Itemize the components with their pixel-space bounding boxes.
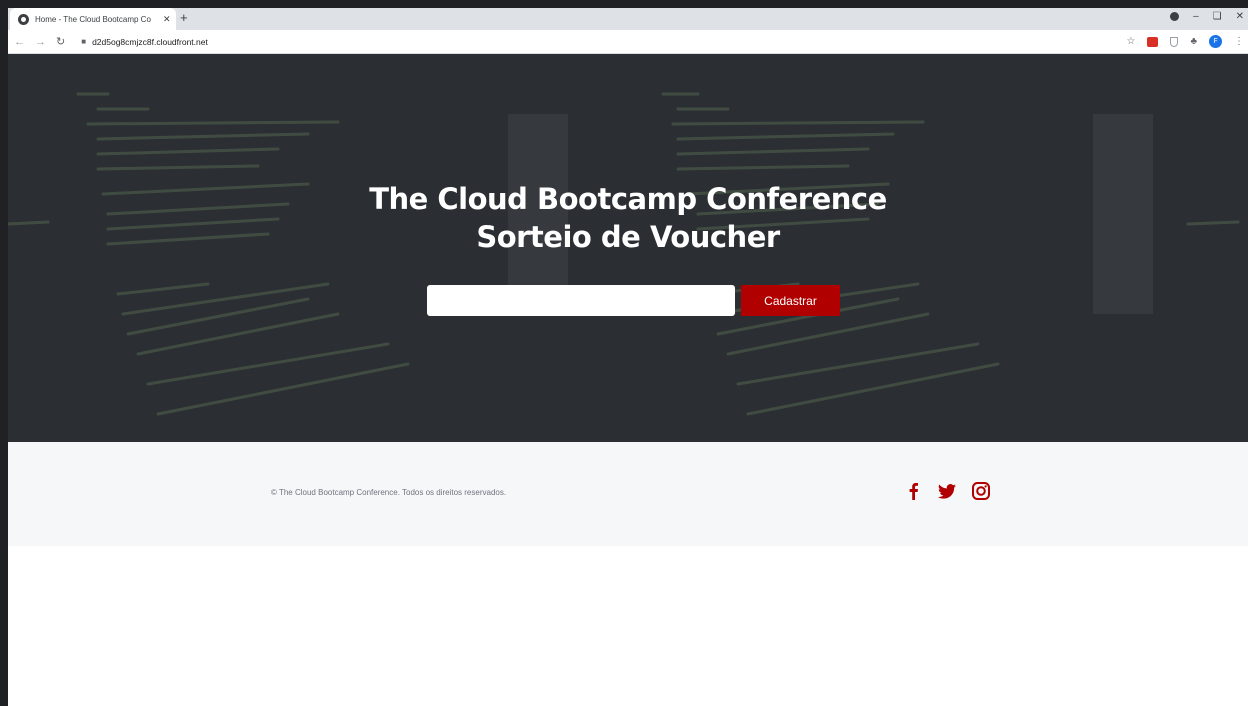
back-icon[interactable]: ← bbox=[14, 36, 25, 48]
tab-home[interactable]: Home - The Cloud Bootcamp Co ✕ bbox=[10, 8, 176, 30]
copyright-text: © The Cloud Bootcamp Conference. Todos o… bbox=[271, 488, 507, 497]
email-field[interactable] bbox=[427, 285, 735, 316]
window-controls: – ❏ ✕ bbox=[1170, 11, 1244, 22]
reload-icon[interactable]: ↻ bbox=[56, 35, 65, 48]
browser-window: Home - The Cloud Bootcamp Co ✕ + – ❏ ✕ ←… bbox=[8, 8, 1248, 706]
tab-title: Home - The Cloud Bootcamp Co bbox=[35, 14, 151, 24]
instagram-icon[interactable] bbox=[971, 481, 991, 501]
profile-icon[interactable] bbox=[1170, 12, 1180, 21]
social-links bbox=[903, 481, 991, 501]
globe-icon bbox=[18, 13, 29, 25]
twitter-icon[interactable] bbox=[937, 481, 957, 501]
restore-icon[interactable]: ❏ bbox=[1213, 11, 1222, 22]
facebook-icon[interactable] bbox=[903, 481, 923, 501]
bookmark-star-icon[interactable]: ☆ bbox=[1126, 36, 1135, 47]
hero-section: The Cloud Bootcamp Conference Sorteio de… bbox=[8, 54, 1248, 442]
avatar[interactable]: F bbox=[1209, 35, 1222, 48]
address-toolbar: ← → ↻ ■ d2d5og8cmjzc8f.cloudfront.net ☆ … bbox=[8, 30, 1248, 54]
submit-button[interactable]: Cadastrar bbox=[741, 285, 840, 316]
forward-icon[interactable]: → bbox=[35, 36, 46, 48]
page-title: The Cloud Bootcamp Conference Sorteio de… bbox=[8, 180, 1248, 256]
close-window-icon[interactable]: ✕ bbox=[1236, 11, 1244, 22]
minimize-icon[interactable]: – bbox=[1193, 11, 1199, 22]
title-line-1: The Cloud Bootcamp Conference bbox=[369, 182, 887, 216]
extension-red-icon[interactable] bbox=[1147, 36, 1159, 47]
window-frame bbox=[0, 0, 8, 706]
address-bar[interactable]: d2d5og8cmjzc8f.cloudfront.net bbox=[92, 37, 208, 47]
menu-icon[interactable]: ⋮ bbox=[1234, 36, 1244, 47]
tab-strip: Home - The Cloud Bootcamp Co ✕ + – ❏ ✕ bbox=[8, 8, 1248, 30]
footer: © The Cloud Bootcamp Conference. Todos o… bbox=[8, 442, 1248, 546]
close-tab-icon[interactable]: ✕ bbox=[163, 14, 171, 25]
shield-icon[interactable] bbox=[1170, 36, 1179, 47]
puzzle-icon[interactable]: ♣ bbox=[1190, 36, 1197, 47]
extensions-area: ☆ ♣ F ⋮ bbox=[1126, 35, 1244, 48]
signup-form: Cadastrar bbox=[427, 285, 840, 316]
new-tab-button[interactable]: + bbox=[180, 10, 188, 25]
title-line-2: Sorteio de Voucher bbox=[476, 220, 780, 254]
lock-icon[interactable]: ■ bbox=[81, 37, 86, 46]
